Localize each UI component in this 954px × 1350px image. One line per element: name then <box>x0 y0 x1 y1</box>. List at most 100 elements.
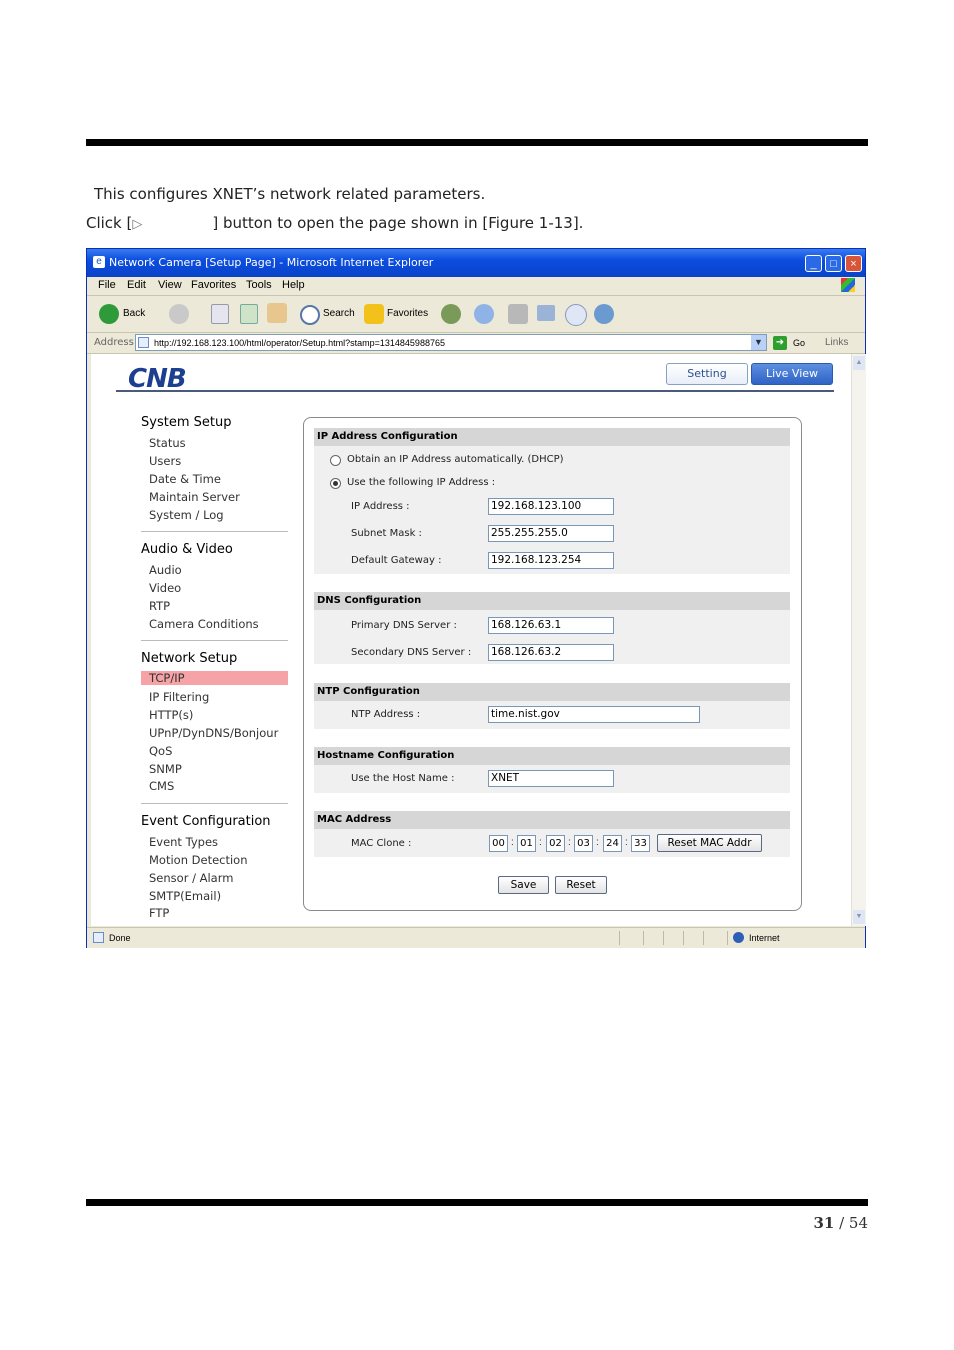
favorites-star-icon[interactable] <box>364 304 384 324</box>
mail-icon[interactable] <box>474 304 494 324</box>
ip-address-input[interactable]: 192.168.123.100 <box>488 498 614 515</box>
secondary-dns-label: Secondary DNS Server : <box>351 647 472 658</box>
hostname-section-header: Hostname Configuration <box>314 747 790 765</box>
messenger-icon[interactable] <box>594 304 614 324</box>
sidebar-item-ftp[interactable]: FTP <box>149 906 169 920</box>
instruction-prefix: Click [ <box>86 214 133 232</box>
ntp-section-body: NTP Address : time.nist.gov <box>314 701 790 729</box>
sidebar-item-users[interactable]: Users <box>149 454 181 468</box>
refresh-icon[interactable] <box>240 304 258 324</box>
sidebar-item-video[interactable]: Video <box>149 581 181 595</box>
page-viewport: CNB Setting Live View System Setup Statu… <box>91 354 851 926</box>
go-arrow-icon[interactable]: ➜ <box>773 336 787 350</box>
sidebar-item-motion-detection[interactable]: Motion Detection <box>149 853 248 867</box>
live-view-button[interactable]: Live View <box>751 363 833 385</box>
sidebar-item-https[interactable]: HTTP(s) <box>149 708 193 722</box>
hostname-input[interactable]: XNET <box>488 770 614 787</box>
page-icon <box>138 337 149 348</box>
dhcp-label: Obtain an IP Address automatically. (DHC… <box>347 454 564 465</box>
sidebar-item-rtp[interactable]: RTP <box>149 599 170 613</box>
dhcp-radio[interactable] <box>330 455 341 466</box>
mac-octet-input[interactable]: 33 <box>631 835 650 852</box>
title-bar: e Network Camera [Setup Page] - Microsof… <box>87 249 865 277</box>
mac-section-body: MAC Clone : 00 : 01 : 02 : 03 : 24 : 33 … <box>314 829 790 857</box>
mac-separator: : <box>539 837 542 848</box>
static-ip-radio[interactable] <box>330 478 341 489</box>
instruction-line: Click [▷] button to open the page shown … <box>86 214 583 232</box>
sidebar-item-date-time[interactable]: Date & Time <box>149 472 221 486</box>
history-icon[interactable] <box>441 304 461 324</box>
sidebar-divider <box>141 803 288 804</box>
mac-octet-input[interactable]: 24 <box>603 835 622 852</box>
sidebar-item-audio[interactable]: Audio <box>149 563 182 577</box>
menu-help[interactable]: Help <box>282 279 305 291</box>
save-button[interactable]: Save <box>498 876 549 894</box>
primary-dns-input[interactable]: 168.126.63.1 <box>488 617 614 634</box>
setting-button[interactable]: Setting <box>666 363 748 385</box>
sidebar-item-maintain-server[interactable]: Maintain Server <box>149 490 240 504</box>
menu-tools[interactable]: Tools <box>246 279 272 291</box>
sidebar-item-status[interactable]: Status <box>149 436 186 450</box>
maximize-button[interactable]: □ <box>825 255 842 272</box>
scroll-up-icon[interactable]: ▲ <box>853 356 865 370</box>
search-icon[interactable] <box>300 305 320 325</box>
intro-line: This configures XNET’s network related p… <box>94 185 486 203</box>
address-url[interactable]: http://192.168.123.100/html/operator/Set… <box>154 338 445 348</box>
sidebar-item-tcp-ip[interactable]: TCP/IP <box>141 671 288 685</box>
reset-button[interactable]: Reset <box>555 876 607 894</box>
menu-favorites[interactable]: Favorites <box>191 279 236 291</box>
sidebar-heading-event: Event Configuration <box>141 814 271 829</box>
sidebar-item-upnp[interactable]: UPnP/DynDNS/Bonjour <box>149 726 278 740</box>
sidebar-item-system-log[interactable]: System / Log <box>149 508 224 522</box>
hostname-section-body: Use the Host Name : XNET <box>314 765 790 793</box>
discuss-icon[interactable] <box>565 304 587 326</box>
mac-octet-input[interactable]: 01 <box>517 835 536 852</box>
links-button[interactable]: Links <box>825 337 848 348</box>
menu-file[interactable]: File <box>98 279 116 291</box>
status-divider <box>643 931 644 945</box>
minimize-button[interactable]: _ <box>805 255 822 272</box>
mac-octet-input[interactable]: 02 <box>546 835 565 852</box>
sidebar-heading-system: System Setup <box>141 415 232 430</box>
sidebar-item-smtp[interactable]: SMTP(Email) <box>149 889 221 903</box>
page-separator: / <box>834 1214 849 1232</box>
sidebar-divider <box>141 640 288 641</box>
home-icon[interactable] <box>267 303 287 323</box>
sidebar-item-snmp[interactable]: SNMP <box>149 762 182 776</box>
sidebar-item-event-types[interactable]: Event Types <box>149 835 218 849</box>
top-rule <box>86 139 868 146</box>
reset-mac-button[interactable]: Reset MAC Addr <box>657 834 762 852</box>
sidebar-item-sensor-alarm[interactable]: Sensor / Alarm <box>149 871 233 885</box>
sidebar-item-ip-filtering[interactable]: IP Filtering <box>149 690 209 704</box>
stop-icon[interactable] <box>211 304 229 324</box>
bottom-rule <box>86 1199 868 1206</box>
secondary-dns-input[interactable]: 168.126.63.2 <box>488 644 614 661</box>
chevron-down-icon[interactable]: ▼ <box>751 335 766 350</box>
mac-octet-input[interactable]: 03 <box>574 835 593 852</box>
status-divider <box>663 931 664 945</box>
sidebar-item-camera-conditions[interactable]: Camera Conditions <box>149 617 259 631</box>
toolbar: Back Search Favorites <box>87 296 865 333</box>
address-input[interactable]: http://192.168.123.100/html/operator/Set… <box>135 334 767 351</box>
scroll-down-icon[interactable]: ▼ <box>853 910 865 924</box>
back-icon[interactable] <box>99 304 119 324</box>
menu-edit[interactable]: Edit <box>127 279 146 291</box>
edit-icon[interactable] <box>537 305 555 321</box>
back-label[interactable]: Back <box>123 308 145 319</box>
print-icon[interactable] <box>508 304 528 324</box>
sidebar-item-qos[interactable]: QoS <box>149 744 172 758</box>
menu-view[interactable]: View <box>158 279 182 291</box>
vertical-scrollbar[interactable]: ▲ ▼ <box>851 354 866 926</box>
search-label[interactable]: Search <box>323 308 355 319</box>
mac-octet-input[interactable]: 00 <box>489 835 508 852</box>
go-button[interactable]: Go <box>793 338 805 348</box>
mac-separator: : <box>568 837 571 848</box>
gateway-input[interactable]: 192.168.123.254 <box>488 552 614 569</box>
favorites-label[interactable]: Favorites <box>387 308 428 319</box>
sidebar-item-cms[interactable]: CMS <box>149 779 174 793</box>
forward-icon[interactable] <box>169 304 189 324</box>
subnet-mask-input[interactable]: 255.255.255.0 <box>488 525 614 542</box>
mac-section-header: MAC Address <box>314 811 790 829</box>
close-button[interactable]: × <box>845 255 862 272</box>
ntp-address-input[interactable]: time.nist.gov <box>488 706 700 723</box>
